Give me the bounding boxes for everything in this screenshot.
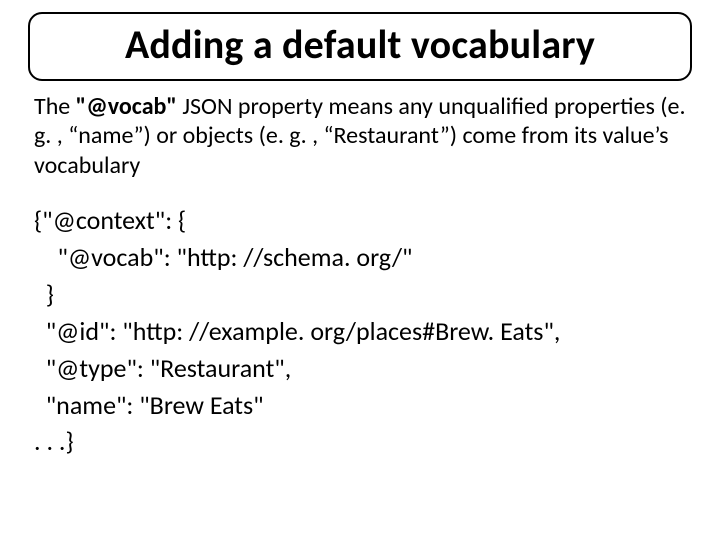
page-title: Adding a default vocabulary xyxy=(48,20,672,69)
code-line-4: "@id": "http: //example. org/places#Brew… xyxy=(34,315,560,347)
code-line-5: "@type": "Restaurant", xyxy=(34,352,291,384)
code-line-2: "@vocab": "http: //schema. org/" xyxy=(34,241,412,273)
code-line-6: "name": "Brew Eats" xyxy=(34,389,264,421)
code-block: {"@context": { "@vocab": "http: //schema… xyxy=(34,202,686,460)
desc-bold: "@vocab" xyxy=(76,92,177,121)
desc-pre: The xyxy=(34,92,76,121)
code-line-3: } xyxy=(34,278,54,310)
title-box: Adding a default vocabulary xyxy=(28,12,692,81)
code-line-1: {"@context": { xyxy=(34,204,186,236)
slide: Adding a default vocabulary The "@vocab"… xyxy=(0,0,720,540)
code-line-7: . . .} xyxy=(34,425,74,457)
description-paragraph: The "@vocab" JSON property means any unq… xyxy=(34,92,686,180)
